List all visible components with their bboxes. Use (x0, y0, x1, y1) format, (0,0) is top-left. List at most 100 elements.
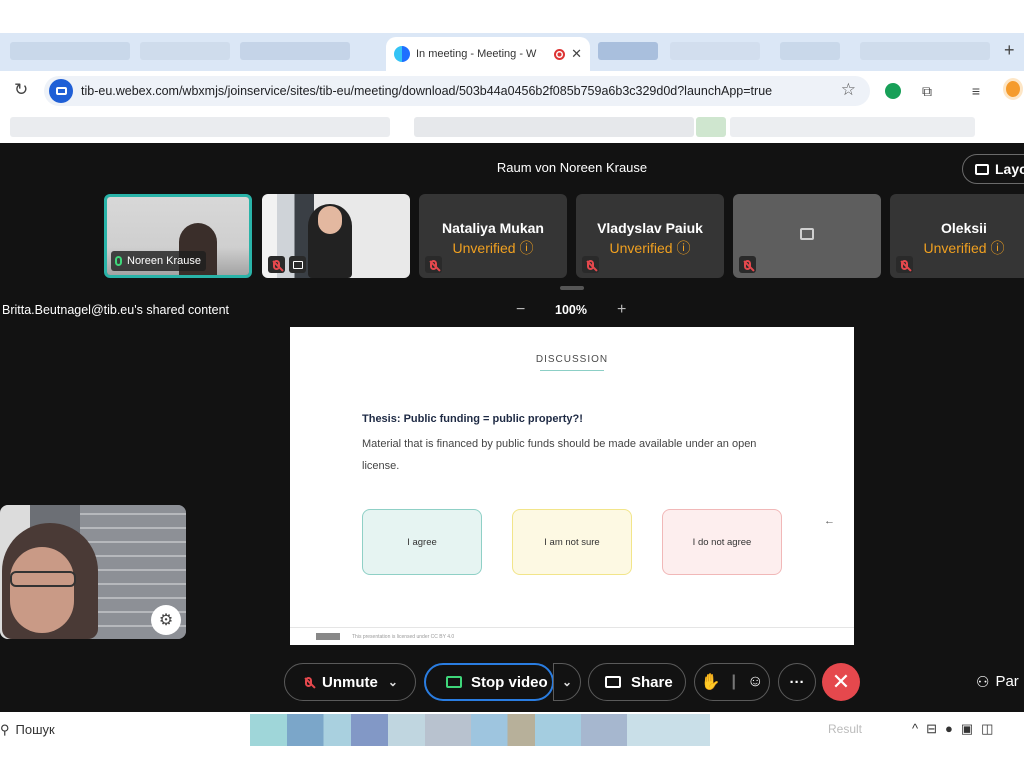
zoom-level: 100% (555, 303, 587, 317)
layout-button[interactable]: Layo (962, 154, 1024, 184)
reload-icon[interactable]: ↻ (14, 80, 28, 100)
video-camera-icon (446, 676, 462, 688)
participant-tile-noreen[interactable]: Noreen Krause (104, 194, 252, 278)
self-view-settings-icon[interactable]: ⚙ (151, 605, 181, 635)
close-tab-icon[interactable]: ✕ (571, 46, 582, 62)
reactions-group[interactable]: ✋ | ☺ (694, 663, 770, 701)
slide-description: Material that is financed by public fund… (362, 438, 757, 472)
filmstrip-resize-handle[interactable] (560, 286, 584, 290)
zoom-in-button[interactable]: + (617, 301, 626, 319)
microphone-icon[interactable]: ● (945, 721, 953, 737)
participant-tile-nataliya[interactable]: Nataliya Mukan Unverified ⓘ (419, 194, 567, 278)
participant-tile-device[interactable] (733, 194, 881, 278)
omnibox[interactable]: tib-eu.webex.com/wbxmjs/joinservice/site… (44, 76, 870, 106)
end-call-button[interactable]: ✕ (822, 663, 860, 701)
profile-avatar[interactable] (1003, 78, 1023, 100)
network-icon[interactable]: ⊟ (926, 721, 937, 737)
system-tray: ^ ⊟ ● ▣ ◫ (912, 721, 993, 737)
microphone-icon (115, 256, 122, 266)
windows-taskbar: ⚲ Пошук Result ^ ⊟ ● ▣ ◫ (0, 712, 1024, 748)
chevron-up-icon[interactable]: ^ (912, 721, 918, 737)
participant-name: Noreen Krause (127, 255, 201, 267)
camera-icon (292, 260, 303, 269)
share-label: Share (631, 673, 673, 691)
share-button[interactable]: Share (588, 663, 686, 701)
site-info-icon[interactable] (49, 79, 73, 103)
participant-tile-2[interactable] (262, 194, 410, 278)
extensions-puzzle-icon[interactable]: ⧉ (917, 81, 937, 101)
participant-tile-vladyslav[interactable]: Vladyslav Paiuk Unverified ⓘ (576, 194, 724, 278)
blurred-bookmarks[interactable] (10, 117, 390, 137)
blurred-tab[interactable] (240, 42, 350, 60)
tab-in-meeting[interactable]: In meeting - Meeting - W ✕ (386, 37, 590, 71)
slide-heading: DISCUSSION (535, 354, 609, 365)
speaker-icon[interactable]: ◫ (981, 721, 993, 737)
mute-badge (425, 256, 442, 273)
participants-label: Par (995, 673, 1019, 690)
participant-name: Vladyslav Paiuk (597, 220, 703, 236)
participant-name-badge: Noreen Krause (111, 251, 206, 271)
bookmark-star-icon[interactable]: ☆ (841, 80, 856, 100)
app-icon[interactable]: ▣ (961, 721, 973, 737)
blurred-tab[interactable] (598, 42, 658, 60)
raise-hand-icon[interactable]: ✋ (701, 672, 721, 692)
reactions-icon[interactable]: ☺ (747, 673, 763, 691)
new-tab-button[interactable]: + (1004, 40, 1015, 61)
participant-tile-oleksii[interactable]: Oleksii Unverified ⓘ (890, 194, 1024, 278)
glasses (10, 571, 76, 587)
stop-video-label: Stop video (471, 673, 548, 691)
camera-badge (289, 256, 306, 273)
blurred-tab[interactable] (670, 42, 760, 60)
tab-title: In meeting - Meeting - W (416, 48, 537, 60)
option-not-sure: I am not sure (512, 509, 632, 575)
layout-icon (975, 163, 989, 175)
participants-button[interactable]: ⚇ Par (976, 673, 1019, 691)
bookmarks-bar (0, 111, 1024, 143)
search-placeholder: Пошук (15, 722, 55, 737)
search-icon: ⚲ (0, 722, 10, 737)
blurred-tab[interactable] (860, 42, 990, 60)
media-controls-icon[interactable]: ≡ (966, 81, 986, 101)
muted-mic-icon (587, 259, 594, 270)
recording-icon (554, 48, 566, 60)
more-options-button[interactable]: ··· (778, 663, 816, 701)
shared-slide: DISCUSSION Thesis: Public funding = publ… (290, 327, 854, 645)
heading-underline (540, 370, 604, 371)
blurred-taskbar-apps[interactable] (250, 714, 710, 746)
zoom-out-button[interactable]: − (516, 301, 525, 319)
shared-content-label: Britta.Beutnagel@tib.eu's shared content (2, 303, 230, 317)
mute-badge (582, 256, 599, 273)
blurred-tab[interactable] (780, 42, 840, 60)
self-view[interactable]: ⚙ (0, 505, 186, 639)
address-bar-row: ↻ tib-eu.webex.com/wbxmjs/joinservice/si… (0, 71, 1024, 111)
chevron-down-icon[interactable]: ⌄ (388, 675, 398, 689)
taskbar-search[interactable]: ⚲ Пошук (0, 722, 55, 738)
meeting-window: Raum von Noreen Krause Layo Noreen Kraus… (0, 143, 1024, 712)
blurred-tab[interactable] (10, 42, 130, 60)
divider: | (731, 673, 737, 690)
blurred-tab[interactable] (140, 42, 230, 60)
weather-widget[interactable]: Result (828, 722, 862, 736)
muted-mic-icon (273, 259, 280, 270)
device-icon (800, 228, 814, 240)
person-face (10, 547, 74, 633)
more-icon: ··· (789, 673, 805, 691)
arrow-left-icon: ← (824, 515, 835, 527)
screen: In meeting - Meeting - W ✕ + ↻ tib-eu.we… (0, 0, 1024, 768)
extension-icon[interactable] (883, 81, 903, 101)
blurred-bookmarks[interactable] (730, 117, 975, 137)
muted-mic-icon (305, 677, 312, 687)
cc-license-badge (316, 633, 340, 640)
mute-badge (896, 256, 913, 273)
stop-video-button[interactable]: Stop video (424, 663, 554, 701)
slide-thesis: Thesis: Public funding = public property… (362, 413, 583, 425)
person-face (318, 206, 342, 234)
mute-badge (268, 256, 285, 273)
unmute-button[interactable]: Unmute ⌄ (284, 663, 416, 701)
muted-mic-icon (430, 259, 437, 270)
video-options-dropdown[interactable]: ⌄ (553, 663, 581, 701)
blurred-bookmarks[interactable] (414, 117, 694, 137)
url-text[interactable]: tib-eu.webex.com/wbxmjs/joinservice/site… (81, 84, 816, 98)
unverified-label: Unverified ⓘ (452, 240, 534, 256)
blurred-bookmarks[interactable] (696, 117, 726, 137)
